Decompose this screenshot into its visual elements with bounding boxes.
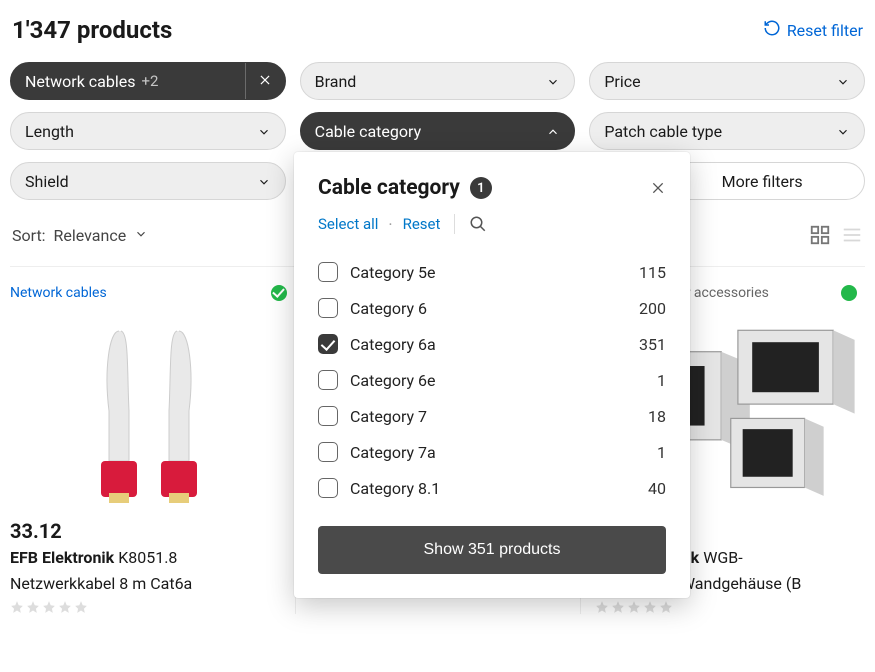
product-name: WGB-: [703, 548, 742, 567]
filter-option-label: Category 8.1: [350, 479, 440, 498]
filter-price-label: Price: [604, 72, 640, 91]
reset-filter-link[interactable]: Reset filter: [763, 19, 863, 41]
divider: [454, 214, 455, 234]
chevron-down-icon: [546, 74, 560, 88]
product-card[interactable]: Network cables 33.12 EFB Elektronik K805…: [10, 266, 295, 614]
checkbox[interactable]: [318, 298, 338, 318]
filter-length[interactable]: Length: [10, 112, 286, 150]
filter-brand-label: Brand: [315, 72, 357, 91]
select-all-link[interactable]: Select all: [318, 215, 378, 233]
filter-option-count: 18: [648, 407, 666, 426]
filter-option-label: Category 7a: [350, 443, 436, 462]
product-price: 33.12: [10, 519, 287, 543]
separator-dot: ·: [388, 215, 392, 234]
product-rating: [595, 600, 857, 614]
filter-option-label: Category 6: [350, 299, 427, 318]
filter-option[interactable]: Category 7 18: [318, 398, 666, 434]
filter-option-label: Category 7: [350, 407, 427, 426]
filter-patch-cable-type-label: Patch cable type: [604, 122, 722, 141]
filter-option[interactable]: Category 5e 115: [318, 254, 666, 290]
sort-label: Sort:: [12, 226, 46, 245]
filter-network-cables-extra: +2: [141, 72, 158, 90]
product-count: 1'347 products: [12, 16, 172, 44]
filter-option[interactable]: Category 6e 1: [318, 362, 666, 398]
search-icon: [469, 218, 487, 237]
filter-patch-cable-type[interactable]: Patch cable type: [589, 112, 865, 150]
filter-shield[interactable]: Shield: [10, 162, 286, 200]
chevron-down-icon: [257, 124, 271, 138]
product-image: [10, 311, 287, 511]
filter-option-count: 1: [657, 443, 666, 462]
filter-option[interactable]: Category 6a 351: [318, 326, 666, 362]
product-brand: EFB Elektronik: [10, 548, 114, 567]
filter-option[interactable]: Category 8.1 40: [318, 470, 666, 506]
show-products-button[interactable]: Show 351 products: [318, 526, 666, 574]
filter-network-cables-label: Network cables: [25, 72, 135, 91]
filter-shield-label: Shield: [25, 172, 69, 191]
refresh-icon: [763, 19, 781, 41]
close-icon: [650, 181, 666, 200]
checkbox[interactable]: [318, 478, 338, 498]
filter-option-label: Category 5e: [350, 263, 436, 282]
product-category[interactable]: Network cables: [10, 285, 107, 301]
checkbox[interactable]: [318, 406, 338, 426]
product-subtitle: Netzwerkkabel 8 m Cat6a: [10, 573, 287, 595]
filter-option-count: 40: [648, 479, 666, 498]
filter-option-count: 115: [639, 263, 666, 282]
chevron-up-icon: [546, 124, 560, 138]
close-icon: [258, 72, 272, 91]
filter-option-label: Category 6e: [350, 371, 436, 390]
product-title: EFB Elektronik K8051.8: [10, 547, 287, 569]
sort-dropdown[interactable]: Sort: Relevance: [12, 226, 148, 245]
filter-cable-category-label: Cable category: [315, 122, 421, 141]
list-view-icon[interactable]: [841, 224, 863, 246]
product-name: K8051.8: [118, 548, 177, 567]
chevron-down-icon: [134, 226, 148, 245]
checkbox[interactable]: [318, 442, 338, 462]
checkbox[interactable]: [318, 334, 338, 354]
availability-badge: [271, 285, 287, 301]
checkbox[interactable]: [318, 262, 338, 282]
filter-option-count: 1: [657, 371, 666, 390]
filter-network-cables-clear[interactable]: [245, 63, 285, 99]
filter-option[interactable]: Category 7a 1: [318, 434, 666, 470]
availability-badge: [841, 285, 857, 301]
filter-price[interactable]: Price: [589, 62, 865, 100]
chevron-down-icon: [257, 174, 271, 188]
reset-filter-label: Reset filter: [787, 21, 863, 40]
popup-close-button[interactable]: [650, 180, 666, 196]
reset-link[interactable]: Reset: [403, 215, 441, 233]
chevron-down-icon: [836, 124, 850, 138]
popup-title: Cable category: [318, 176, 460, 200]
filter-network-cables[interactable]: Network cables +2: [10, 62, 286, 100]
filter-cable-category[interactable]: Cable category: [300, 112, 576, 150]
filter-option[interactable]: Category 6 200: [318, 290, 666, 326]
popup-selected-count: 1: [470, 177, 492, 199]
popup-search-button[interactable]: [469, 215, 487, 233]
filter-length-label: Length: [25, 122, 74, 141]
product-rating: [10, 600, 287, 614]
grid-view-icon[interactable]: [809, 224, 831, 246]
sort-value: Relevance: [54, 226, 127, 245]
filter-option-label: Category 6a: [350, 335, 436, 354]
cable-category-popup: Cable category 1 Select all · Reset Cate…: [294, 152, 690, 598]
filter-option-count: 351: [639, 335, 666, 354]
filter-brand[interactable]: Brand: [300, 62, 576, 100]
filter-option-count: 200: [639, 299, 666, 318]
chevron-down-icon: [836, 74, 850, 88]
checkbox[interactable]: [318, 370, 338, 390]
